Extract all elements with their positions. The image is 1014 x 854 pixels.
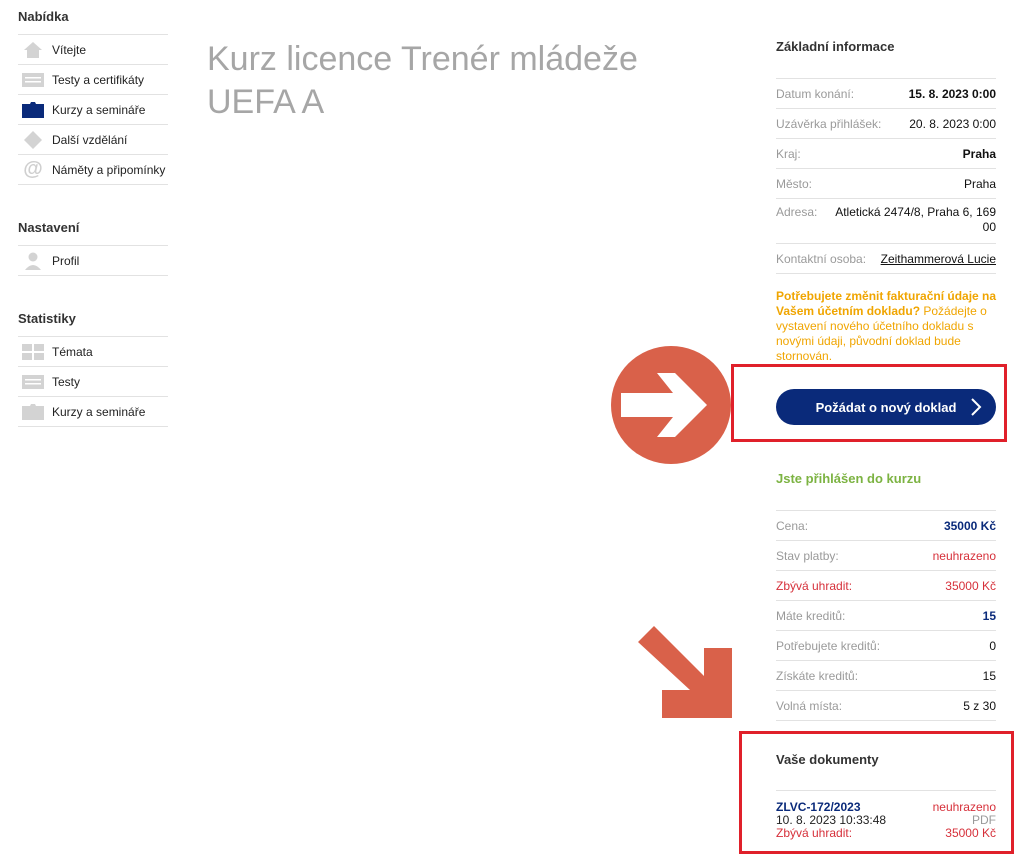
sidebar-item-profil[interactable]: Profil xyxy=(18,246,168,276)
sidebar-item-label: Další vzdělání xyxy=(52,132,128,147)
info-row-deadline: Uzávěrka přihlášek: 20. 8. 2023 0:00 xyxy=(776,109,996,139)
sidebar-item-testy[interactable]: Testy xyxy=(18,367,168,397)
enrolled-row-payment-status: Stav platby: neuhrazeno xyxy=(776,541,996,571)
enrolled-row-credits-gain: Získáte kreditů: 15 xyxy=(776,661,996,691)
user-icon xyxy=(22,252,44,270)
enrolled-key: Zbývá uhradit: xyxy=(776,578,853,593)
info-value-address: Atletická 2474/8, Praha 6, 169 00 xyxy=(835,205,996,234)
sidebar-item-label: Vítejte xyxy=(52,42,87,57)
info-key: Uzávěrka přihlášek: xyxy=(776,116,882,131)
sidebar-item-label: Testy xyxy=(52,374,81,389)
page-title-line2: UEFA A xyxy=(207,83,325,121)
nav-list-nastaveni: Profil xyxy=(18,245,168,276)
info-key: Kraj: xyxy=(776,146,801,161)
highlight-box-button xyxy=(731,364,1007,442)
info-key: Datum konání: xyxy=(776,86,855,101)
sidebar-item-temata[interactable]: Témata xyxy=(18,337,168,367)
sidebar-item-testy-certifikaty[interactable]: Testy a certifikáty xyxy=(18,65,168,95)
sidebar-item-label: Kurzy a semináře xyxy=(52,404,146,419)
enrolled-value-credits-gain: 15 xyxy=(982,668,996,683)
info-value-date: 15. 8. 2023 0:00 xyxy=(908,86,996,101)
sidebar-item-stat-kurzy-seminare[interactable]: Kurzy a semináře xyxy=(18,397,168,427)
section-title-nabidka: Nabídka xyxy=(18,9,69,24)
sidebar-item-label: Kurzy a semináře xyxy=(52,102,146,117)
info-key: Adresa: xyxy=(776,205,818,219)
info-row-city: Město: Praha xyxy=(776,169,996,199)
info-value-region: Praha xyxy=(962,146,996,161)
at-icon: @ xyxy=(23,158,43,180)
enrolled-key: Máte kreditů: xyxy=(776,608,846,623)
enrolled-row-credits-have: Máte kreditů: 15 xyxy=(776,601,996,631)
enrolled-value-free-places: 5 z 30 xyxy=(963,698,996,713)
enrolled-value-price: 35000 Kč xyxy=(943,518,996,533)
arrow-right-icon xyxy=(611,346,731,464)
diamond-icon xyxy=(22,130,44,149)
folder-icon xyxy=(22,403,44,421)
enrolled-row-credits-need: Potřebujete kreditů: 0 xyxy=(776,631,996,661)
enrolled-key: Cena: xyxy=(776,518,809,533)
info-key: Kontaktní osoba: xyxy=(776,251,867,266)
arrow-down-right-icon xyxy=(638,626,738,725)
page-title: Kurz licence Trenér mládeže UEFA A xyxy=(207,38,707,124)
sidebar-item-kurzy-seminare[interactable]: Kurzy a semináře xyxy=(18,95,168,125)
enrolled-value-credits-need: 0 xyxy=(989,638,996,653)
info-row-date: Datum konání: 15. 8. 2023 0:00 xyxy=(776,79,996,109)
sidebar-item-label: Testy a certifikáty xyxy=(52,72,145,87)
sidebar-item-label: Témata xyxy=(52,344,93,359)
page-title-line1: Kurz licence Trenér mládeže xyxy=(207,40,638,78)
folder-icon xyxy=(22,101,44,119)
enrolled-key: Volná místa: xyxy=(776,698,843,713)
section-title-nastaveni: Nastavení xyxy=(18,220,80,235)
sidebar-item-label: Profil xyxy=(52,253,80,268)
basic-info-table: Datum konání: 15. 8. 2023 0:00 Uzávěrka … xyxy=(776,78,996,274)
billing-notice: Potřebujete změnit fakturační údaje na V… xyxy=(776,289,1001,364)
enrolled-row-price: Cena: 35000 Kč xyxy=(776,511,996,541)
list-icon xyxy=(22,71,44,89)
section-title-statistiky: Statistiky xyxy=(18,311,76,326)
sidebar-item-dalsi-vzdelani[interactable]: Další vzdělání xyxy=(18,125,168,155)
enrolled-table: Cena: 35000 Kč Stav platby: neuhrazeno Z… xyxy=(776,510,996,721)
sidebar-item-label: Náměty a připomínky xyxy=(52,162,166,177)
grid-icon xyxy=(22,343,44,361)
info-value-deadline: 20. 8. 2023 0:00 xyxy=(909,116,996,131)
info-key: Město: xyxy=(776,176,813,191)
nav-list-statistiky: Témata Testy Kurzy a semináře xyxy=(18,336,168,427)
home-icon xyxy=(22,41,44,59)
enrolled-row-remaining: Zbývá uhradit: 35000 Kč xyxy=(776,571,996,601)
info-row-region: Kraj: Praha xyxy=(776,139,996,169)
enrolled-row-free-places: Volná místa: 5 z 30 xyxy=(776,691,996,721)
info-row-address: Adresa: Atletická 2474/8, Praha 6, 169 0… xyxy=(776,199,996,244)
enrolled-key: Získáte kreditů: xyxy=(776,668,859,683)
info-row-contact: Kontaktní osoba: Zeithammerová Lucie xyxy=(776,244,996,274)
contact-person-link[interactable]: Zeithammerová Lucie xyxy=(881,252,996,266)
sidebar: Nabídka Vítejte Testy a certifikáty Kurz… xyxy=(18,8,168,461)
enrolled-value-remaining: 35000 Kč xyxy=(945,578,996,593)
enrolled-value-credits-have: 15 xyxy=(982,608,996,623)
list-icon xyxy=(22,373,44,391)
enrolled-key: Potřebujete kreditů: xyxy=(776,638,881,653)
sidebar-item-namety-pripominky[interactable]: @ Náměty a připomínky xyxy=(18,155,168,185)
sidebar-item-vitejte[interactable]: Vítejte xyxy=(18,35,168,65)
enrolled-key: Stav platby: xyxy=(776,548,839,563)
enrolled-value-payment-status: neuhrazeno xyxy=(932,548,996,563)
nav-list-nabidka: Vítejte Testy a certifikáty Kurzy a semi… xyxy=(18,34,168,185)
basic-info-title: Základní informace xyxy=(776,39,895,54)
info-value-city: Praha xyxy=(963,176,996,191)
enrolled-title: Jste přihlášen do kurzu xyxy=(776,471,922,486)
highlight-box-documents xyxy=(739,731,1014,854)
